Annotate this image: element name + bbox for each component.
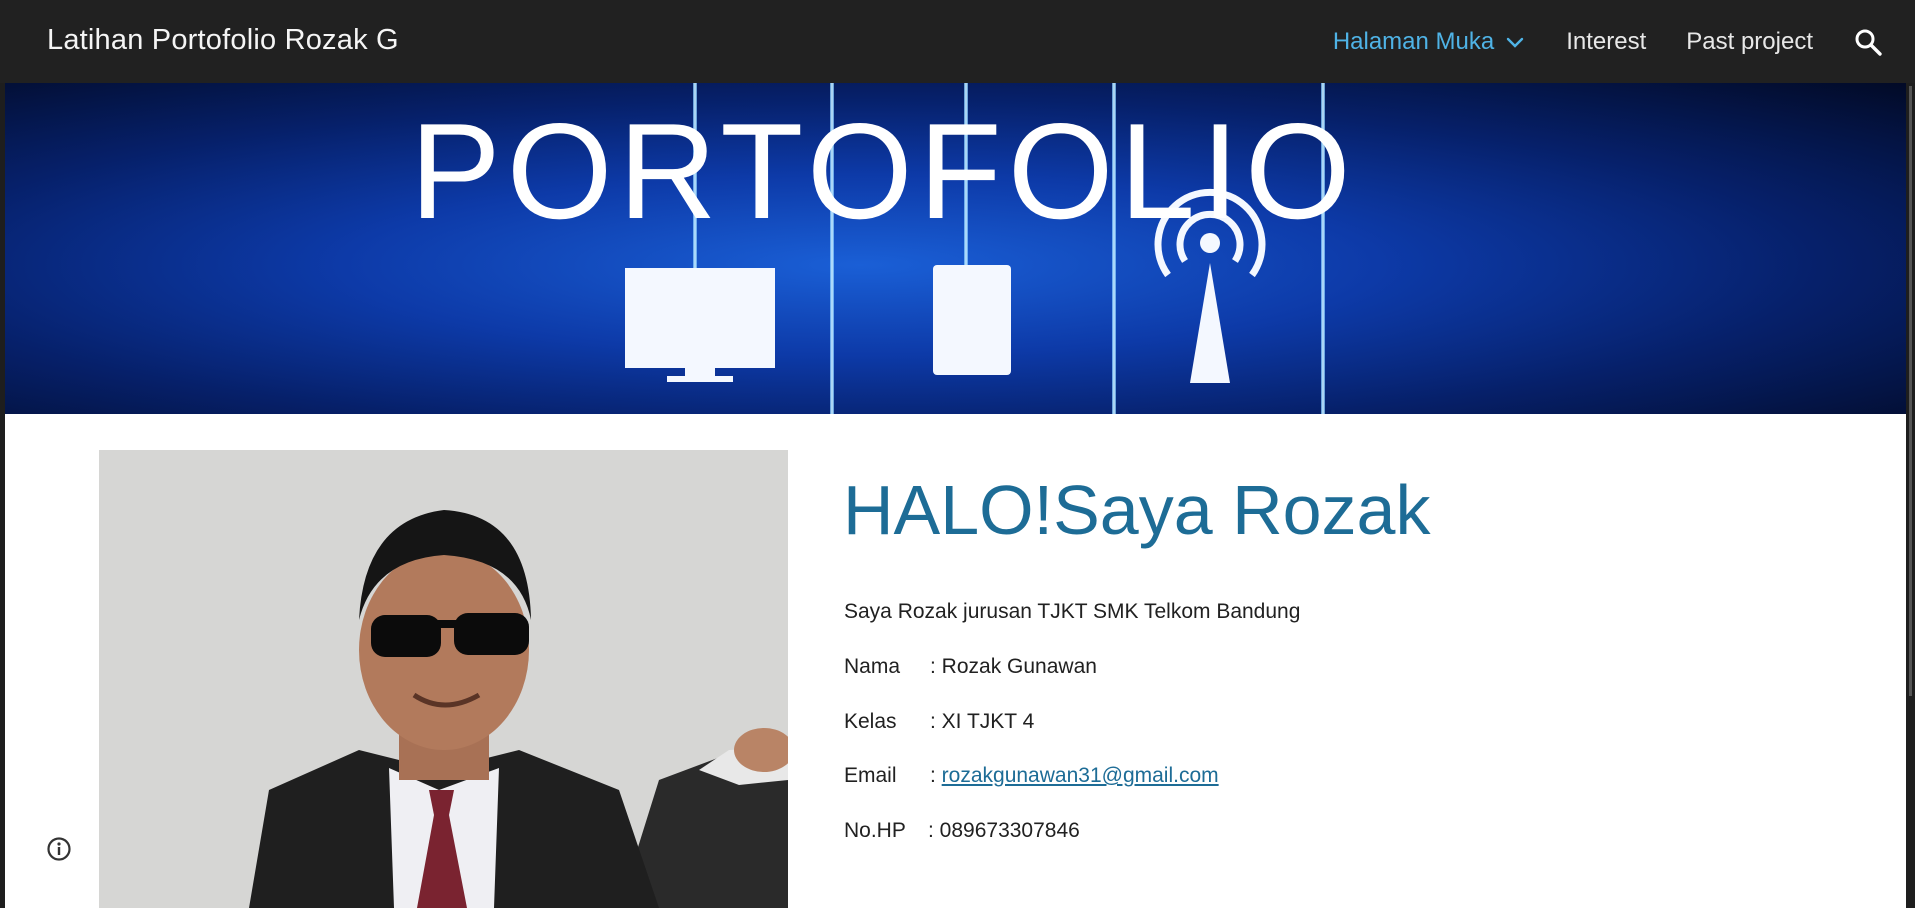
search-icon — [1855, 29, 1882, 56]
site-info-button[interactable] — [45, 835, 73, 863]
banner-title: PORTOFOLIO — [410, 95, 1357, 247]
field-value: : Rozak Gunawan — [930, 655, 1097, 678]
profile-heading: HALO!Saya Rozak — [843, 471, 1431, 549]
nav-item-label: Halaman Muka — [1332, 27, 1495, 55]
profile-intro: Saya Rozak jurusan TJKT SMK Telkom Bandu… — [844, 600, 1301, 623]
search-button[interactable] — [1851, 25, 1885, 59]
field-label: No.HP — [844, 819, 906, 842]
nav-item-interest[interactable]: Interest — [1566, 28, 1646, 56]
page: Latihan Portofolio Rozak G Halaman Muka … — [0, 0, 1915, 908]
field-row-nohp: No.HP : 089673307846 — [844, 819, 1080, 843]
main-nav: Halaman Muka Interest Past project — [1293, 0, 1915, 83]
scrollbar-thumb[interactable] — [1909, 86, 1912, 696]
field-label: Kelas — [844, 710, 897, 733]
nav-item-label: Interest — [1566, 27, 1647, 55]
info-icon — [47, 837, 71, 861]
field-value: : XI TJKT 4 — [930, 710, 1035, 733]
nav-item-past-project[interactable]: Past project — [1686, 28, 1813, 56]
field-label: Email — [844, 764, 897, 787]
field-value: : 089673307846 — [928, 819, 1080, 842]
header-banner: PORTOFOLIO — [5, 83, 1906, 414]
profile-photo — [99, 450, 788, 908]
top-navigation-bar: Latihan Portofolio Rozak G Halaman Muka … — [0, 0, 1915, 83]
chevron-down-icon[interactable] — [1504, 31, 1526, 53]
email-link[interactable]: rozakgunawan31@gmail.com — [942, 764, 1219, 787]
nav-item-label: Past project — [1686, 27, 1813, 55]
field-row-kelas: Kelas : XI TJKT 4 — [844, 710, 1034, 734]
field-row-email: Email: rozakgunawan31@gmail.com — [844, 764, 1219, 788]
field-prefix: : — [930, 764, 942, 787]
field-label: Nama — [844, 655, 901, 678]
nav-item-halaman-muka[interactable]: Halaman Muka — [1333, 28, 1526, 56]
field-row-nama: Nama : Rozak Gunawan — [844, 655, 1097, 679]
site-title[interactable]: Latihan Portofolio Rozak G — [47, 24, 399, 57]
